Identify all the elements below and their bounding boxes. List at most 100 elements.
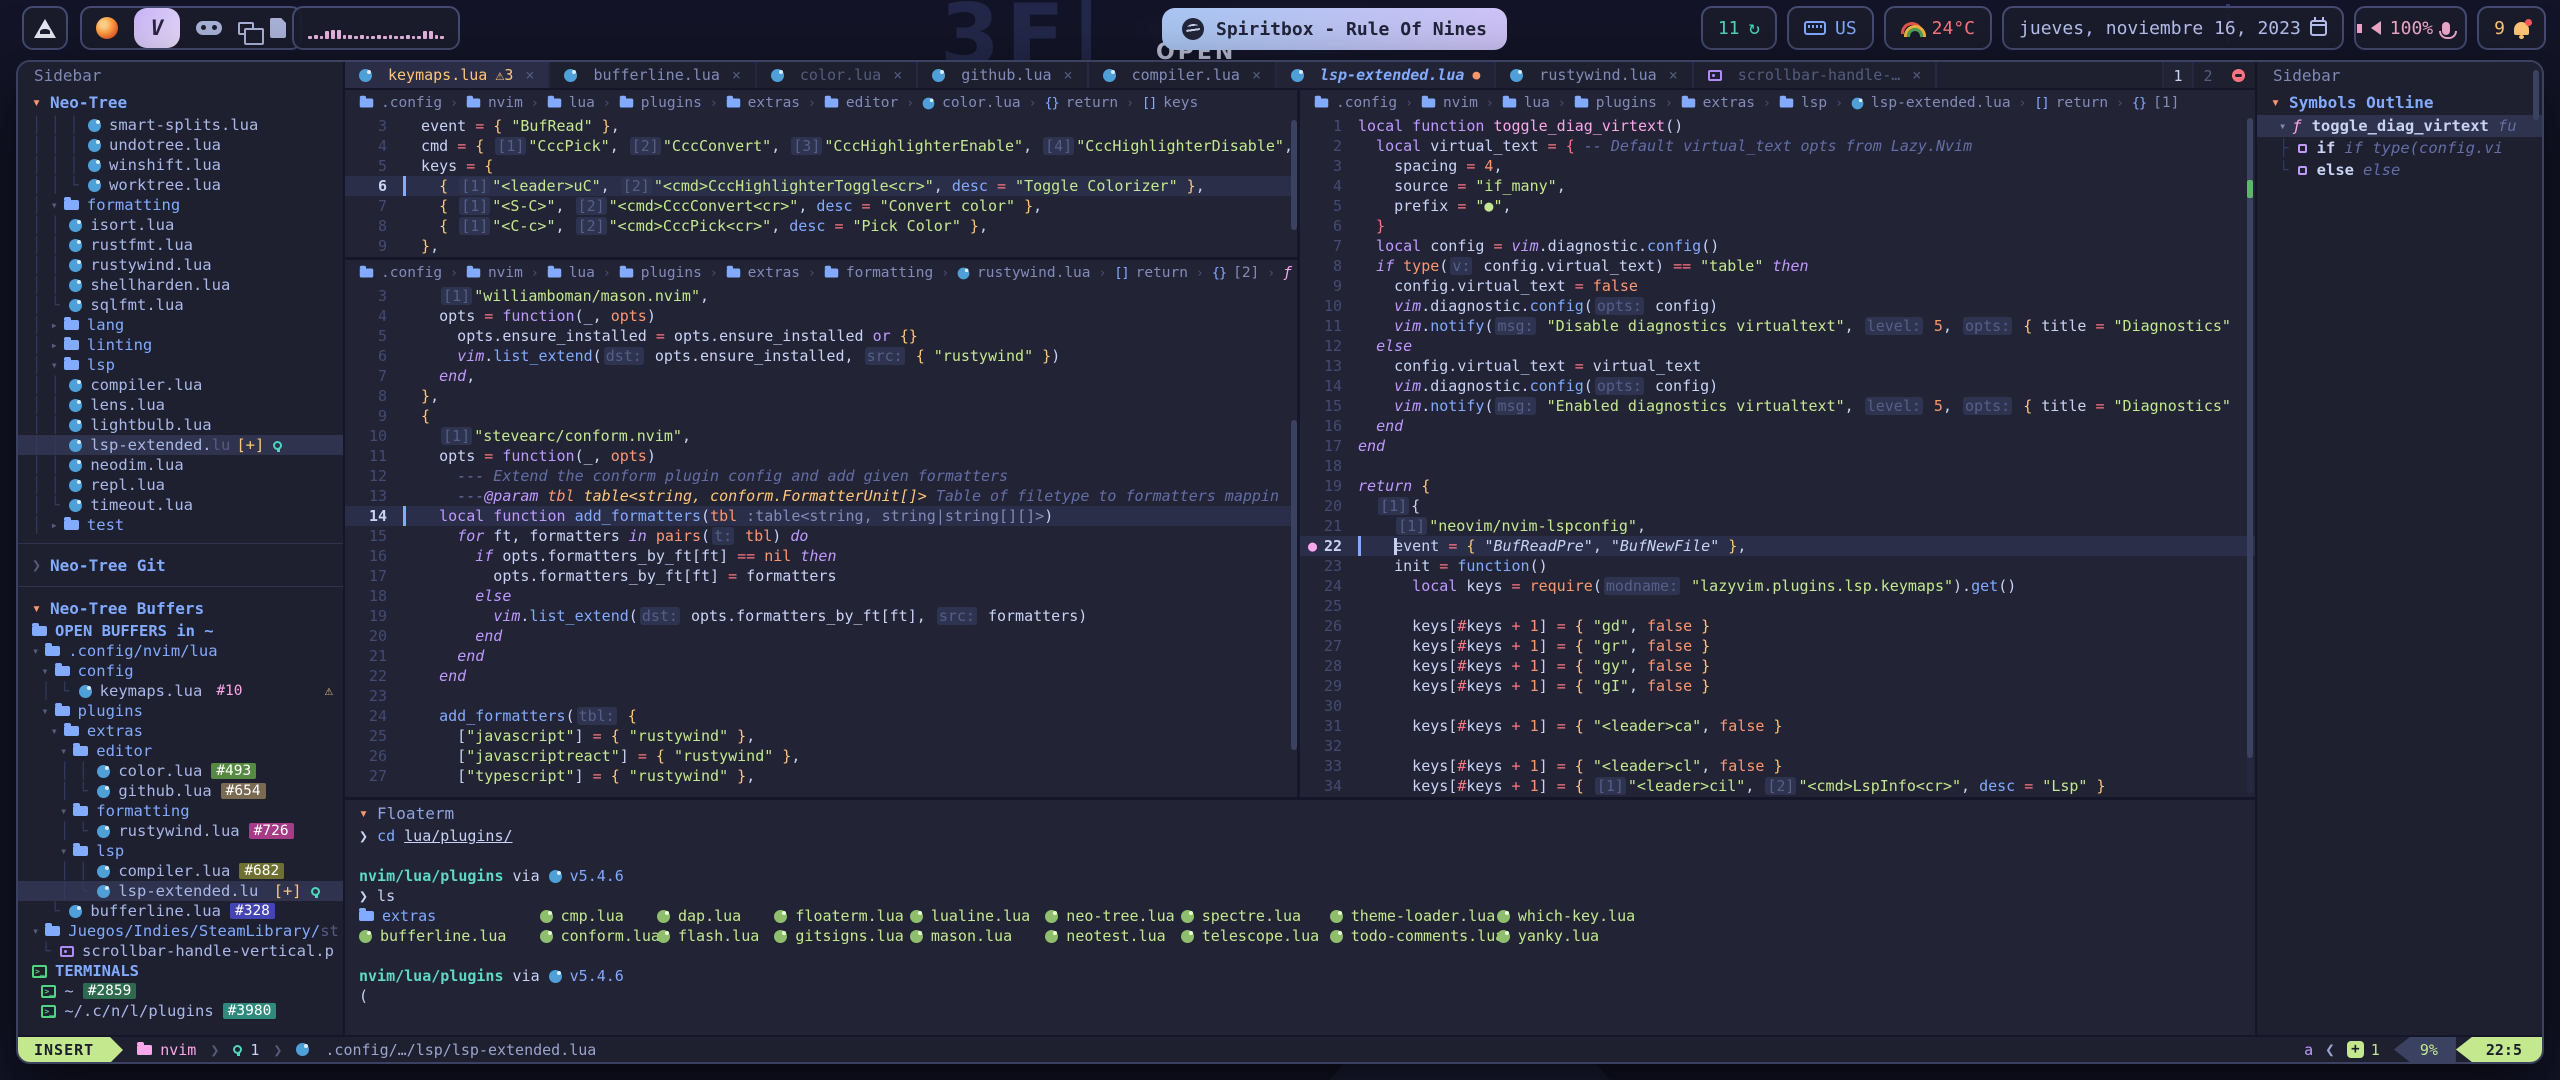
- code-line[interactable]: 6 }: [1300, 216, 2255, 236]
- ls-item[interactable]: mason.lua: [910, 926, 1045, 946]
- symbol-row[interactable]: ├ ifif type(config.vi: [2257, 137, 2542, 159]
- neotree-git-header[interactable]: ❯Neo-Tree Git: [18, 552, 343, 578]
- file-row[interactable]: │ ▾lsp: [18, 355, 343, 375]
- floater-header[interactable]: ▾Floaterm: [345, 800, 2255, 826]
- floaterm-panel[interactable]: ▾Floaterm ❯ cd lua/plugins/nvim/lua/plug…: [345, 797, 2255, 1035]
- symbols-outline-header[interactable]: ▾Symbols Outline: [2257, 89, 2542, 115]
- buffer-row[interactable]: ▾lsp: [18, 841, 343, 861]
- file-row[interactable]: │ ▾formatting: [18, 195, 343, 215]
- file-row[interactable]: │ ▸test: [18, 515, 343, 535]
- tab-lsp-extended-lua[interactable]: lsp-extended.lua●: [1277, 62, 1496, 88]
- file-row[interactable]: │ │ └ worktree.lua: [18, 175, 343, 195]
- code-line[interactable]: 16 if opts.formatters_by_ft[ft] == nil t…: [345, 546, 1297, 566]
- code-line[interactable]: 9 config.virtual_text = false: [1300, 276, 2255, 296]
- buffer-row[interactable]: ▾.config/nvim/lua: [18, 641, 343, 661]
- symbol-row[interactable]: ▾ƒtoggle_diag_virtextfu: [2257, 115, 2542, 137]
- code-line[interactable]: 14 local function add_formatters(tbl :ta…: [345, 506, 1297, 526]
- ls-item[interactable]: theme-loader.lua: [1330, 906, 1497, 926]
- tab-keymaps-lua[interactable]: keymaps.lua⚠3×: [345, 62, 550, 88]
- code-line[interactable]: 15 for ft, formatters in pairs(t: tbl) d…: [345, 526, 1297, 546]
- buffer-row[interactable]: OPEN BUFFERS in ~: [18, 621, 343, 641]
- ls-item[interactable]: gitsigns.lua: [774, 926, 909, 946]
- buffer-row[interactable]: ▾formatting: [18, 801, 343, 821]
- code-line[interactable]: 15 vim.notify(msg: "Enabled diagnostics …: [1300, 396, 2255, 416]
- ls-item[interactable]: extras: [359, 906, 540, 926]
- code-buffer[interactable]: 3 event = { "BufRead" },4 cmd = { [1]"Cc…: [345, 116, 1297, 256]
- file-row[interactable]: │ ▸linting: [18, 335, 343, 355]
- code-line[interactable]: 20 end: [345, 626, 1297, 646]
- code-line[interactable]: 1local function toggle_diag_virtext(): [1300, 116, 2255, 136]
- file-row[interactable]: │ │ │ winshift.lua: [18, 155, 343, 175]
- pin-icon[interactable]: [2232, 69, 2245, 82]
- buffer-row[interactable]: ▾extras: [18, 721, 343, 741]
- code-line[interactable]: 3 event = { "BufRead" },: [345, 116, 1297, 136]
- code-line[interactable]: 13 ---@param tbl table<string, conform.F…: [345, 486, 1297, 506]
- code-line[interactable]: 18 else: [345, 586, 1297, 606]
- windows-icon[interactable]: [238, 22, 254, 35]
- symbol-row[interactable]: └ elseelse: [2257, 159, 2542, 181]
- code-line[interactable]: 10 [1]"stevearc/conform.nvim",: [345, 426, 1297, 446]
- tab-compiler-lua[interactable]: compiler.lua×: [1089, 62, 1277, 88]
- code-line[interactable]: 12 else: [1300, 336, 2255, 356]
- code-line[interactable]: 5 keys = {: [345, 156, 1297, 176]
- buffer-row[interactable]: ▾Juegos/Indies/SteamLibrary/st: [18, 921, 343, 941]
- buffer-row[interactable]: │ └ keymaps.lua#10⚠: [18, 681, 343, 701]
- code-line[interactable]: 11 opts = function(_, opts): [345, 446, 1297, 466]
- code-line[interactable]: 33 keys[#keys + 1] = { "<leader>cl", fal…: [1300, 756, 2255, 776]
- clock-module[interactable]: jueves, noviembre 16, 2023: [2002, 6, 2344, 50]
- ls-item[interactable]: neotest.lua: [1045, 926, 1180, 946]
- close-icon[interactable]: ×: [1252, 66, 1261, 84]
- code-line[interactable]: 14 vim.diagnostic.config(opts: config): [1300, 376, 2255, 396]
- close-icon[interactable]: ×: [1669, 66, 1678, 84]
- code-line[interactable]: 8 if type(v: config.virtual_text) == "ta…: [1300, 256, 2255, 276]
- code-line[interactable]: 32: [1300, 736, 2255, 756]
- code-buffer[interactable]: 3 [1]"williamboman/mason.nvim",4 opts = …: [345, 286, 1297, 786]
- file-row[interactable]: │ │ lsp-extended.lu[+]: [18, 435, 343, 455]
- weather-module[interactable]: 24°C: [1884, 6, 1992, 50]
- file-row[interactable]: │ │ neodim.lua: [18, 455, 343, 475]
- buffer-row[interactable]: │ └ github.lua#654: [18, 781, 343, 801]
- buffer-row[interactable]: └ scrollbar-handle-vertical.p: [18, 941, 343, 961]
- now-playing-widget[interactable]: Spiritbox - Rule Of Nines: [1162, 8, 1507, 50]
- code-line[interactable]: 16 end: [1300, 416, 2255, 436]
- buffer-row[interactable]: >_~#2859: [18, 981, 343, 1001]
- ls-item[interactable]: floaterm.lua: [774, 906, 909, 926]
- buffer-row[interactable]: ▾plugins: [18, 701, 343, 721]
- file-row[interactable]: │ ▸lang: [18, 315, 343, 335]
- code-line[interactable]: 7 { [1]"<S-C>", [2]"<cmd>CccConvert<cr>"…: [345, 196, 1297, 216]
- code-line[interactable]: 34 keys[#keys + 1] = { [1]"<leader>cil",…: [1300, 776, 2255, 796]
- tabpage-1[interactable]: 1: [2162, 62, 2192, 88]
- neovim-icon[interactable]: V: [134, 8, 180, 48]
- neotree-section-header[interactable]: ▾Neo-Tree: [18, 89, 343, 115]
- code-line[interactable]: 8 { [1]"<C-c>", [2]"<cmd>CccPick<cr>", d…: [345, 216, 1297, 236]
- code-line[interactable]: 8 },: [345, 386, 1297, 406]
- ls-item[interactable]: bufferline.lua: [359, 926, 540, 946]
- file-row[interactable]: │ │ shellharden.lua: [18, 275, 343, 295]
- code-line[interactable]: 21 [1]"neovim/nvim-lspconfig",: [1300, 516, 2255, 536]
- code-line[interactable]: 9 },: [345, 236, 1297, 256]
- file-row[interactable]: │ │ lens.lua: [18, 395, 343, 415]
- updates-module[interactable]: 11↻: [1701, 6, 1777, 50]
- file-row[interactable]: │ │ rustfmt.lua: [18, 235, 343, 255]
- code-line[interactable]: 19return {: [1300, 476, 2255, 496]
- tab-bufferline-lua[interactable]: bufferline.lua×: [550, 62, 756, 88]
- ls-item[interactable]: dap.lua: [657, 906, 774, 926]
- ls-item[interactable]: yanky.lua: [1497, 926, 1623, 946]
- ls-item[interactable]: lualine.lua: [910, 906, 1045, 926]
- file-row[interactable]: │ │ compiler.lua: [18, 375, 343, 395]
- code-line[interactable]: 26 ["javascriptreact"] = { "rustywind" }…: [345, 746, 1297, 766]
- buffer-row[interactable]: │ │ compiler.lua#682: [18, 861, 343, 881]
- code-line[interactable]: 26 keys[#keys + 1] = { "gd", false }: [1300, 616, 2255, 636]
- close-icon[interactable]: ×: [893, 66, 902, 84]
- code-line[interactable]: 21 end: [345, 646, 1297, 666]
- code-line[interactable]: 6 vim.list_extend(dst: opts.ensure_insta…: [345, 346, 1297, 366]
- buffer-row[interactable]: ▾config: [18, 661, 343, 681]
- notifications-module[interactable]: 9: [2477, 6, 2546, 50]
- close-icon[interactable]: ×: [1064, 66, 1073, 84]
- buffer-row[interactable]: │ └ rustywind.lua#726: [18, 821, 343, 841]
- code-line[interactable]: 23 init = function(): [1300, 556, 2255, 576]
- files-icon[interactable]: [270, 18, 286, 38]
- buffer-row[interactable]: ▾editor: [18, 741, 343, 761]
- window-lsp-extended-lua[interactable]: .config›nvim›lua›plugins›extras›lsp›lsp-…: [1300, 90, 2255, 797]
- file-row[interactable]: │ │ │ smart-splits.lua: [18, 115, 343, 135]
